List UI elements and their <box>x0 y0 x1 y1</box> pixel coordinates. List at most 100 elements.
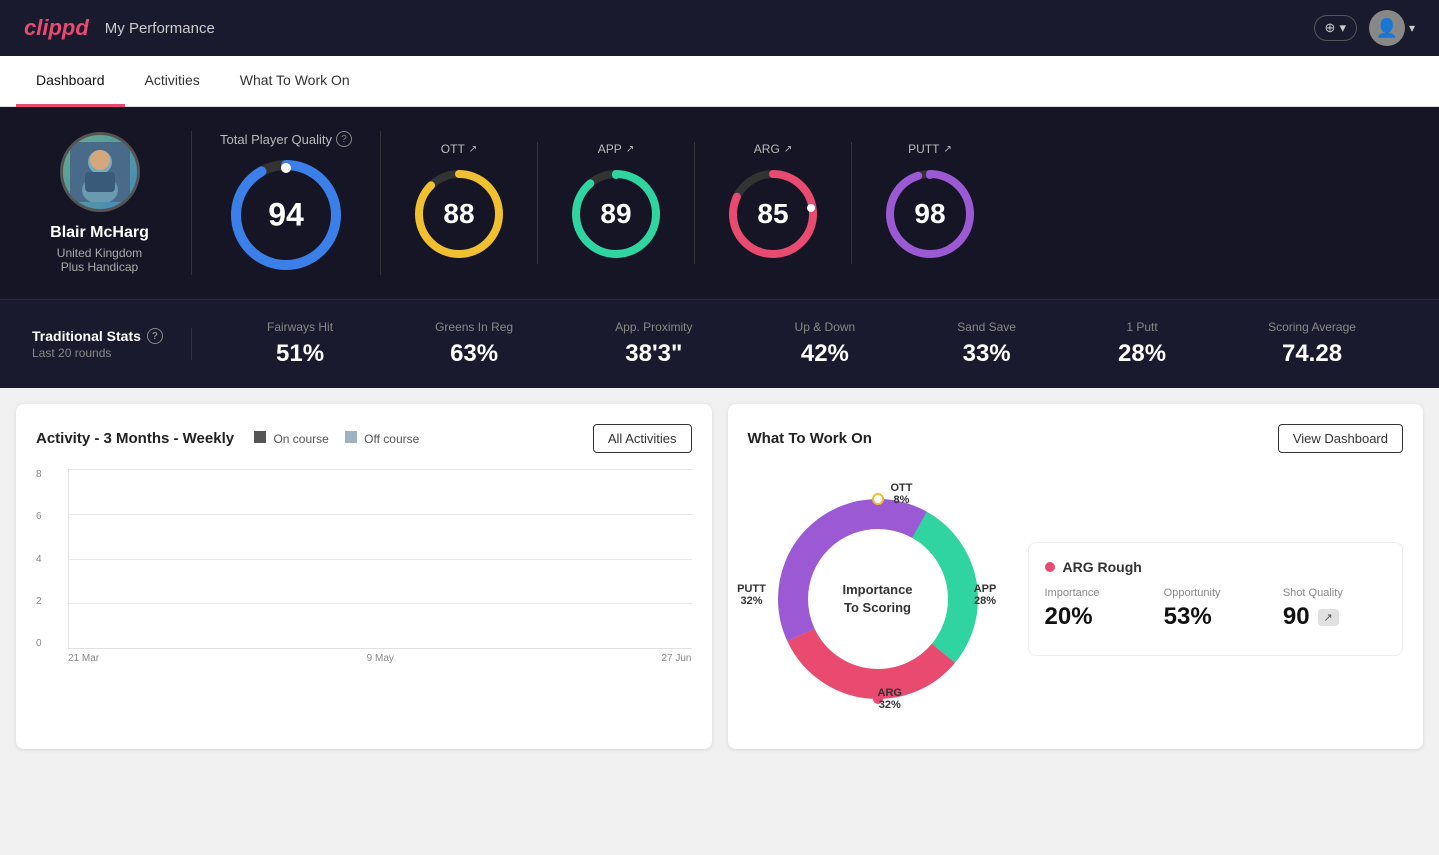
ott-ring: 88 <box>409 164 509 264</box>
header-right: ⊕ ▾ 👤 ▾ <box>1314 10 1415 46</box>
stats-row: Traditional Stats ? Last 20 rounds Fairw… <box>0 299 1439 388</box>
stat-scoring: Scoring Average 74.28 <box>1268 320 1356 368</box>
stat-gir-value: 63% <box>435 340 513 368</box>
add-button[interactable]: ⊕ ▾ <box>1314 15 1357 41</box>
putt-ring: 98 <box>880 164 980 264</box>
stats-info-icon[interactable]: ? <box>147 328 163 344</box>
stat-scoring-value: 74.28 <box>1268 340 1356 368</box>
putt-donut-label: PUTT32% <box>737 583 766 607</box>
putt-label: PUTT ↗ <box>908 142 952 156</box>
legend-off-course: Off course <box>345 431 419 446</box>
app-ring: 89 <box>566 164 666 264</box>
bottom-panels: Activity - 3 Months - Weekly On course O… <box>0 388 1439 765</box>
chart-bars <box>69 469 692 648</box>
wtwo-title: What To Work On <box>748 430 872 447</box>
arg-score-section: ARG ↗ 85 <box>695 142 852 264</box>
putt-score-value: 98 <box>914 198 945 230</box>
x-label-may: 9 May <box>367 653 394 664</box>
add-chevron: ▾ <box>1339 20 1346 36</box>
stat-updown: Up & Down 42% <box>795 320 856 368</box>
stat-sandsave: Sand Save 33% <box>957 320 1016 368</box>
stat-oneputt: 1 Putt 28% <box>1118 320 1166 368</box>
info-card-dot <box>1045 562 1055 572</box>
stats-title: Traditional Stats ? <box>32 328 167 344</box>
stat-fairways-value: 51% <box>267 340 333 368</box>
stat-oneputt-label: 1 Putt <box>1118 320 1166 334</box>
wtwo-header: What To Work On View Dashboard <box>748 424 1404 453</box>
y-label-2: 2 <box>36 596 42 607</box>
tab-dashboard[interactable]: Dashboard <box>16 56 125 107</box>
total-ring: 94 <box>226 155 346 275</box>
stat-updown-label: Up & Down <box>795 320 856 334</box>
y-label-8: 8 <box>36 469 42 480</box>
metric-shotquality-label: Shot Quality <box>1283 587 1386 599</box>
arg-ring: 85 <box>723 164 823 264</box>
stat-gir: Greens In Reg 63% <box>435 320 513 368</box>
what-to-work-on-panel: What To Work On View Dashboard <box>728 404 1424 749</box>
metric-importance-label: Importance <box>1045 587 1148 599</box>
header-left: clippd My Performance <box>24 15 215 41</box>
hero-scores: Total Player Quality ? 94 OTT ↗ <box>192 131 1407 275</box>
info-card-title: ARG Rough <box>1045 559 1387 575</box>
y-label-6: 6 <box>36 511 42 522</box>
metric-opportunity-value: 53% <box>1164 603 1267 631</box>
app-score-value: 89 <box>600 198 631 230</box>
tab-what-to-work-on[interactable]: What To Work On <box>220 56 370 107</box>
info-card: ARG Rough Importance 20% Opportunity 53%… <box>1028 542 1404 656</box>
stat-fairways-label: Fairways Hit <box>267 320 333 334</box>
view-dashboard-button[interactable]: View Dashboard <box>1278 424 1403 453</box>
putt-trend: ↗ <box>943 144 951 155</box>
stat-sandsave-value: 33% <box>957 340 1016 368</box>
logo: clippd <box>24 15 89 41</box>
metric-importance-value: 20% <box>1045 603 1148 631</box>
profile-chevron: ▾ <box>1409 21 1415 35</box>
app-score-section: APP ↗ 89 <box>538 142 695 264</box>
all-activities-button[interactable]: All Activities <box>593 424 692 453</box>
stat-fairways: Fairways Hit 51% <box>267 320 333 368</box>
chart-legend: On course Off course <box>254 431 419 446</box>
x-label-mar: 21 Mar <box>68 653 99 664</box>
total-score-section: Total Player Quality ? 94 <box>192 131 381 275</box>
header: clippd My Performance ⊕ ▾ 👤 ▾ <box>0 0 1439 56</box>
stat-sandsave-label: Sand Save <box>957 320 1016 334</box>
wtwo-content: ImportanceTo Scoring OTT8% APP28% ARG32%… <box>748 469 1404 729</box>
player-info: Blair McHarg United Kingdom Plus Handica… <box>32 131 192 275</box>
ott-score-value: 88 <box>443 198 474 230</box>
stats-period: Last 20 rounds <box>32 346 167 360</box>
app-donut-label: APP28% <box>974 583 997 607</box>
activity-title: Activity - 3 Months - Weekly <box>36 430 234 447</box>
app-trend: ↗ <box>626 144 634 155</box>
off-course-dot <box>345 431 357 443</box>
metric-shotquality: Shot Quality 90 ↗ <box>1283 587 1386 631</box>
stat-scoring-label: Scoring Average <box>1268 320 1356 334</box>
x-label-jun: 27 Jun <box>661 653 691 664</box>
header-title: My Performance <box>105 20 215 37</box>
arg-donut-label: ARG32% <box>878 687 902 711</box>
total-info-icon[interactable]: ? <box>336 131 352 147</box>
avatar: 👤 <box>1369 10 1405 46</box>
donut-chart: ImportanceTo Scoring OTT8% APP28% ARG32%… <box>748 469 1008 729</box>
info-metrics: Importance 20% Opportunity 53% Shot Qual… <box>1045 587 1387 631</box>
metric-opportunity: Opportunity 53% <box>1164 587 1267 631</box>
arg-label: ARG ↗ <box>754 142 792 156</box>
metric-importance: Importance 20% <box>1045 587 1148 631</box>
player-country: United Kingdom <box>57 246 142 260</box>
metric-opportunity-label: Opportunity <box>1164 587 1267 599</box>
profile-button[interactable]: 👤 ▾ <box>1369 10 1415 46</box>
ott-label: OTT ↗ <box>441 142 477 156</box>
stat-gir-label: Greens In Reg <box>435 320 513 334</box>
app-label: APP ↗ <box>598 142 634 156</box>
stat-updown-value: 42% <box>795 340 856 368</box>
stat-proximity-label: App. Proximity <box>615 320 692 334</box>
stat-oneputt-value: 28% <box>1118 340 1166 368</box>
player-name: Blair McHarg <box>50 224 149 242</box>
arg-score-value: 85 <box>757 198 788 230</box>
ott-donut-label: OTT8% <box>891 482 913 506</box>
player-avatar <box>60 132 140 212</box>
tab-activities[interactable]: Activities <box>125 56 220 107</box>
putt-score-section: PUTT ↗ 98 <box>852 142 1008 264</box>
stat-proximity-value: 38'3" <box>615 340 692 368</box>
stats-items: Fairways Hit 51% Greens In Reg 63% App. … <box>192 320 1407 368</box>
shotquality-badge: ↗ <box>1318 609 1339 626</box>
stats-label: Traditional Stats ? Last 20 rounds <box>32 328 192 360</box>
